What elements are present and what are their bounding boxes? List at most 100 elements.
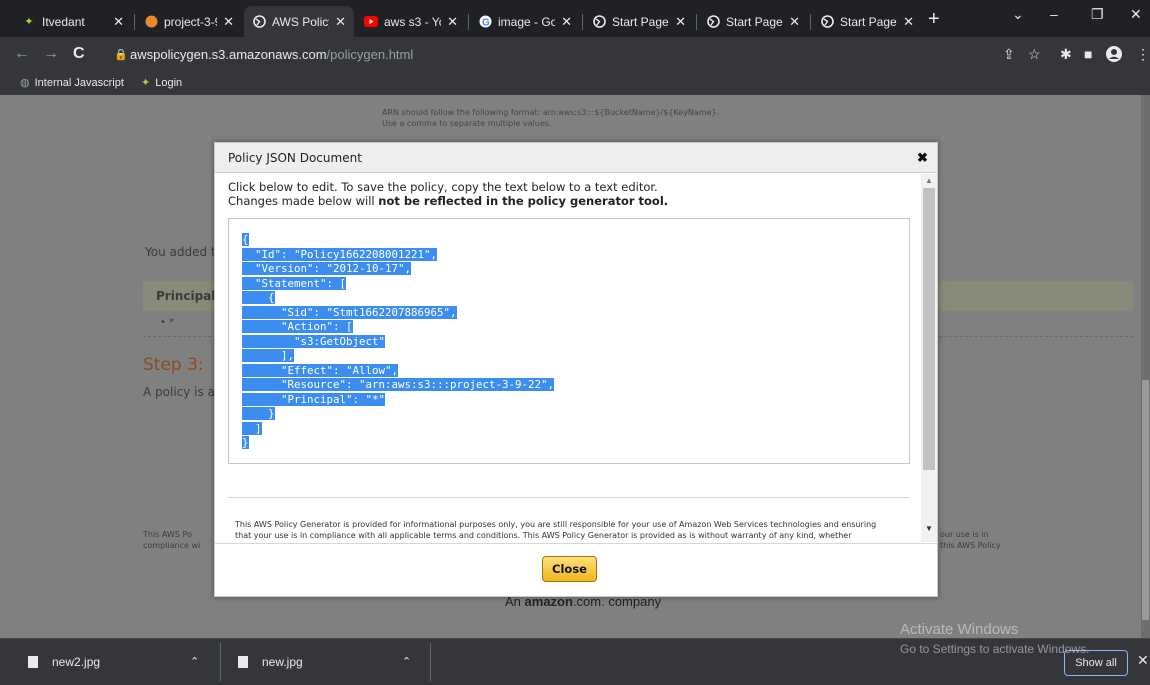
tab-start-page-2[interactable]: Start Page ✕ — [698, 6, 808, 37]
tab-start-page-3[interactable]: Start Page ✕ — [812, 6, 922, 37]
edit-instructions: Click below to edit. To save the policy,… — [228, 180, 669, 208]
close-icon[interactable]: ✕ — [223, 14, 234, 30]
json-line: "s3:GetObject" — [242, 334, 386, 348]
menu-kebab-icon[interactable]: ⋮ — [1136, 46, 1150, 63]
close-icon[interactable]: ✕ — [903, 14, 914, 30]
json-line: ], — [242, 349, 295, 362]
footer-right-text: our use is in this AWS Policy — [940, 530, 1001, 550]
policy-json-textarea[interactable]: { "Id": "Policy1662208001221", "Version"… — [228, 218, 910, 464]
arn-format-note: ARN should follow the following format: … — [382, 108, 720, 128]
tab-project[interactable]: project-3-9 ✕ — [136, 6, 242, 37]
dialog-scrollbar-thumb[interactable] — [923, 188, 935, 470]
divider — [228, 497, 910, 498]
close-icon[interactable]: ✕ — [675, 14, 686, 30]
profile-avatar-icon[interactable] — [1106, 46, 1122, 65]
url-text: awspolicygen.s3.amazonaws.com/policygen.… — [130, 47, 414, 62]
table-header-principal: Principal — [156, 289, 216, 303]
policy-json-text: { "Id": "Policy1662208001221", "Version"… — [242, 233, 555, 451]
close-icon[interactable]: ✕ — [113, 14, 124, 30]
side-panel-icon[interactable]: ■ — [1084, 46, 1092, 62]
globe-icon — [592, 15, 606, 29]
tab-itvedant[interactable]: ✦ Itvedant ✕ — [14, 6, 132, 37]
close-icon[interactable]: ✖ — [917, 150, 928, 166]
json-line: } — [242, 407, 275, 420]
tab-title: image - Go — [498, 14, 556, 29]
scroll-down-arrow-icon[interactable]: ▼ — [925, 524, 933, 533]
dialog-title: Policy JSON Document — [228, 151, 362, 165]
download-item-new[interactable]: new.jpg — [238, 655, 303, 669]
share-icon[interactable]: ⇪ — [1003, 46, 1015, 63]
tab-start-page-1[interactable]: Start Page ✕ — [584, 6, 694, 37]
activate-windows-title: Activate Windows — [900, 621, 1019, 638]
bookmark-login[interactable]: ✦ Login — [141, 76, 183, 90]
close-icon[interactable]: ✕ — [335, 14, 346, 30]
tab-title: Start Page — [612, 14, 669, 29]
page-scrollbar-thumb[interactable] — [1142, 380, 1149, 620]
close-downloads-icon[interactable]: ✕ — [1137, 652, 1149, 669]
itvedant-logo-icon: ✦ — [141, 77, 151, 89]
download-item-new2[interactable]: new2.jpg — [28, 655, 100, 669]
download-divider — [220, 643, 221, 681]
window-close-icon[interactable]: ✕ — [1130, 6, 1142, 23]
bookmark-star-icon[interactable]: ☆ — [1028, 46, 1041, 63]
tab-search-chevron-icon[interactable]: ⌄ — [1012, 6, 1024, 23]
dialog-scrollbar[interactable]: ▲ ▼ — [921, 174, 937, 542]
json-line: "Statement": [ — [242, 276, 347, 290]
footer-left-text: This AWS Po compliance wi — [143, 530, 201, 550]
browser-toolbar: ← → C 🔒 awspolicygen.s3.amazonaws.com/po… — [0, 37, 1150, 73]
dialog-body: Click below to edit. To save the policy,… — [215, 174, 937, 542]
reload-icon[interactable]: C — [73, 45, 85, 63]
download-divider — [430, 643, 431, 681]
tab-divider — [696, 14, 697, 30]
close-icon[interactable]: ✕ — [789, 14, 800, 30]
json-line: } — [242, 436, 249, 449]
tab-strip: ✦ Itvedant ✕ project-3-9 ✕ AWS Policy ✕ … — [0, 0, 1150, 37]
json-line: { — [242, 291, 275, 304]
lock-icon: 🔒 — [114, 49, 128, 61]
forward-arrow-icon[interactable]: → — [43, 45, 59, 63]
back-arrow-icon[interactable]: ← — [14, 45, 30, 63]
tab-aws-policy[interactable]: AWS Policy ✕ — [244, 6, 354, 37]
json-line: ] — [242, 421, 262, 435]
tab-google-image[interactable]: G image - Go ✕ — [470, 6, 580, 37]
chevron-up-icon[interactable]: ⌃ — [190, 655, 199, 668]
restore-icon[interactable]: ❐ — [1091, 6, 1104, 23]
json-line: "Effect": "Allow", — [242, 363, 399, 377]
tab-title: project-3-9 — [164, 14, 218, 29]
json-line: "Resource": "arn:aws:s3:::project-3-9-22… — [242, 378, 555, 391]
bookmark-internal-javascript[interactable]: ◍ Internal Javascript — [20, 76, 124, 90]
extensions-puzzle-icon[interactable]: ✱ — [1060, 46, 1072, 63]
aws-s3-bucket-icon — [144, 15, 158, 29]
file-icon — [28, 656, 38, 668]
tab-title: Start Page — [840, 14, 897, 29]
tab-divider — [468, 14, 469, 30]
close-button[interactable]: Close — [542, 556, 597, 582]
globe-icon — [820, 15, 834, 29]
globe-icon: ◍ — [20, 77, 30, 89]
svg-text:G: G — [482, 18, 490, 29]
dialog-header: Policy JSON Document ✖ — [215, 143, 937, 173]
tab-youtube[interactable]: aws s3 - Yo ✕ — [356, 6, 466, 37]
json-line: "Id": "Policy1662208001221", — [242, 247, 438, 261]
itvedant-logo-icon: ✦ — [24, 16, 34, 28]
globe-icon — [252, 15, 266, 29]
close-icon[interactable]: ✕ — [561, 14, 572, 30]
step3-heading: Step 3: — [143, 355, 204, 375]
tab-title: aws s3 - Yo — [384, 14, 442, 29]
file-icon — [238, 656, 248, 668]
scroll-up-arrow-icon[interactable]: ▲ — [925, 176, 933, 185]
chevron-up-icon[interactable]: ⌃ — [402, 655, 411, 668]
policy-description: A policy is a — [143, 385, 215, 399]
bookmark-label: Login — [155, 76, 183, 89]
close-icon[interactable]: ✕ — [447, 14, 458, 30]
address-bar[interactable]: 🔒 awspolicygen.s3.amazonaws.com/policyge… — [104, 41, 1034, 69]
disclaimer-text: This AWS Policy Generator is provided fo… — [235, 520, 877, 540]
google-icon: G — [478, 15, 492, 29]
minimize-icon[interactable]: – — [1050, 6, 1058, 22]
new-tab-plus-icon[interactable]: + — [928, 8, 940, 31]
dialog-footer: Close — [215, 543, 937, 596]
bookmark-label: Internal Javascript — [34, 76, 124, 89]
download-filename: new.jpg — [262, 655, 303, 669]
tab-title: Start Page — [726, 14, 783, 29]
globe-icon — [706, 15, 720, 29]
